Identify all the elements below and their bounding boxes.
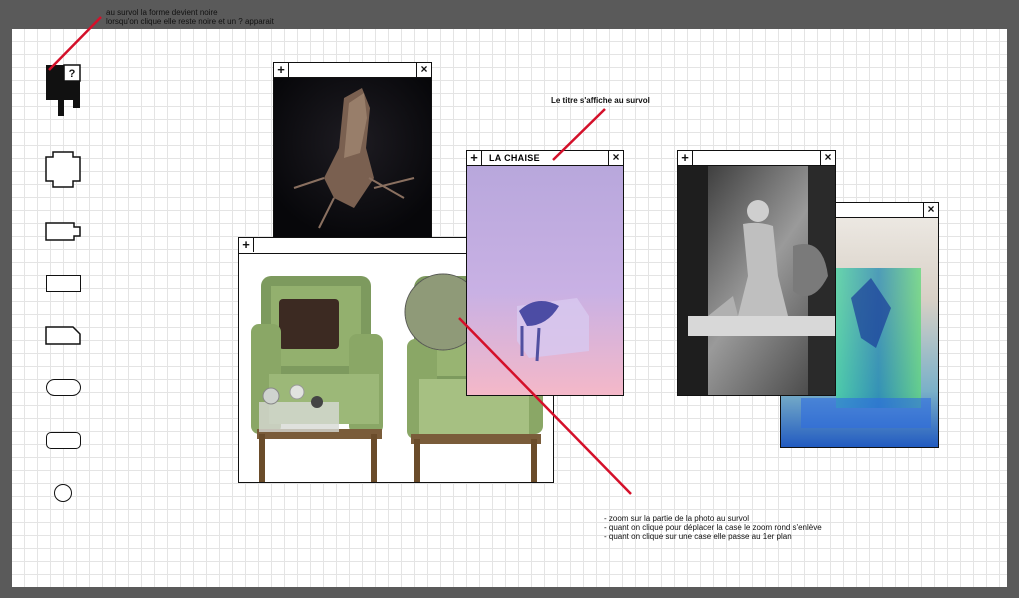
image-window-bw-statue[interactable]: + × — [677, 150, 836, 396]
battery-shape-button[interactable] — [45, 222, 83, 242]
cross-shape-button[interactable] — [45, 151, 83, 189]
window-titlebar[interactable]: + × — [678, 151, 835, 166]
active-shape-button[interactable]: ? — [45, 64, 83, 118]
annotation-hover-shape: au survol la forme devient noire lorsqu'… — [106, 8, 274, 26]
expand-button[interactable]: + — [467, 151, 482, 165]
close-button[interactable]: × — [416, 63, 431, 77]
annotation-line: - quant on clique sur une case elle pass… — [604, 532, 792, 541]
annotation-line: - quant on clique pour déplacer la case … — [604, 523, 822, 532]
annotation-title-hover: Le titre s'affiche au survol — [551, 96, 650, 105]
rounded-rect-shape-button[interactable] — [46, 432, 81, 449]
annotation-line: au survol la forme devient noire — [106, 8, 218, 17]
close-button[interactable]: × — [608, 151, 623, 165]
window-titlebar[interactable]: + LA CHAISE × — [467, 151, 623, 166]
pink-chair-photo — [467, 166, 623, 395]
image-window-la-chaise[interactable]: + LA CHAISE × — [466, 150, 624, 396]
annotation-line: lorsqu'on clique elle reste noire et un … — [106, 17, 274, 26]
window-title: LA CHAISE — [489, 153, 540, 163]
rectangle-shape-button[interactable] — [46, 275, 81, 292]
expand-button[interactable]: + — [239, 238, 254, 252]
tag-shape-button[interactable] — [45, 326, 83, 346]
window-titlebar[interactable]: + × — [274, 63, 431, 78]
pill-shape-button[interactable] — [46, 379, 81, 396]
image-window-dark-chair[interactable]: + × — [273, 62, 432, 238]
expand-button[interactable]: + — [274, 63, 289, 77]
question-mark-icon: ? — [69, 68, 76, 80]
circle-shape-button[interactable] — [54, 484, 72, 502]
dark-chair-photo — [274, 78, 431, 237]
close-button[interactable]: × — [923, 203, 938, 217]
annotation-line: - zoom sur la partie de la photo au surv… — [604, 514, 749, 523]
statue-photo — [678, 166, 835, 395]
expand-button[interactable]: + — [678, 151, 693, 165]
annotation-zoom: - zoom sur la partie de la photo au surv… — [604, 514, 822, 541]
close-button[interactable]: × — [820, 151, 835, 165]
